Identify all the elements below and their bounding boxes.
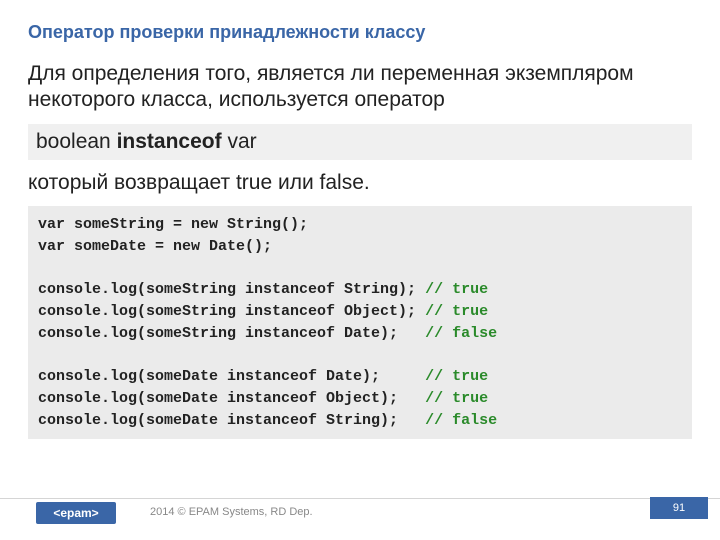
result-paragraph: который возвращает true или false. <box>28 170 692 196</box>
code-line: console.log(someString instanceof Object… <box>38 303 425 320</box>
code-block: var someString = new String(); var someD… <box>28 206 692 440</box>
code-line: console.log(someString instanceof String… <box>38 281 425 298</box>
slide: Оператор проверки принадлежности классу … <box>0 0 720 540</box>
syntax-pre: boolean <box>36 130 117 153</box>
intro-paragraph: Для определения того, является ли переме… <box>28 61 692 114</box>
code-line: console.log(someString instanceof Date); <box>38 325 425 342</box>
code-line: var someDate = new Date(); <box>38 238 272 255</box>
syntax-post: var <box>222 130 257 153</box>
code-line: var someString = new String(); <box>38 216 308 233</box>
footer: <epam> 2014 © EPAM Systems, RD Dep. 91 <box>0 498 720 528</box>
code-comment: // true <box>425 390 488 407</box>
code-line: console.log(someDate instanceof Date); <box>38 368 425 385</box>
page-number: 91 <box>650 497 708 519</box>
code-comment: // true <box>425 303 488 320</box>
code-comment: // true <box>425 281 488 298</box>
footer-copyright: 2014 © EPAM Systems, RD Dep. <box>150 506 313 518</box>
syntax-keyword: instanceof <box>117 130 222 153</box>
slide-title: Оператор проверки принадлежности классу <box>28 22 692 43</box>
code-comment: // false <box>425 325 497 342</box>
code-comment: // false <box>425 412 497 429</box>
footer-divider <box>0 498 720 499</box>
logo-badge: <epam> <box>36 502 116 524</box>
code-line: console.log(someDate instanceof Object); <box>38 390 425 407</box>
syntax-box: boolean instanceof var <box>28 124 692 160</box>
code-comment: // true <box>425 368 488 385</box>
code-line: console.log(someDate instanceof String); <box>38 412 425 429</box>
